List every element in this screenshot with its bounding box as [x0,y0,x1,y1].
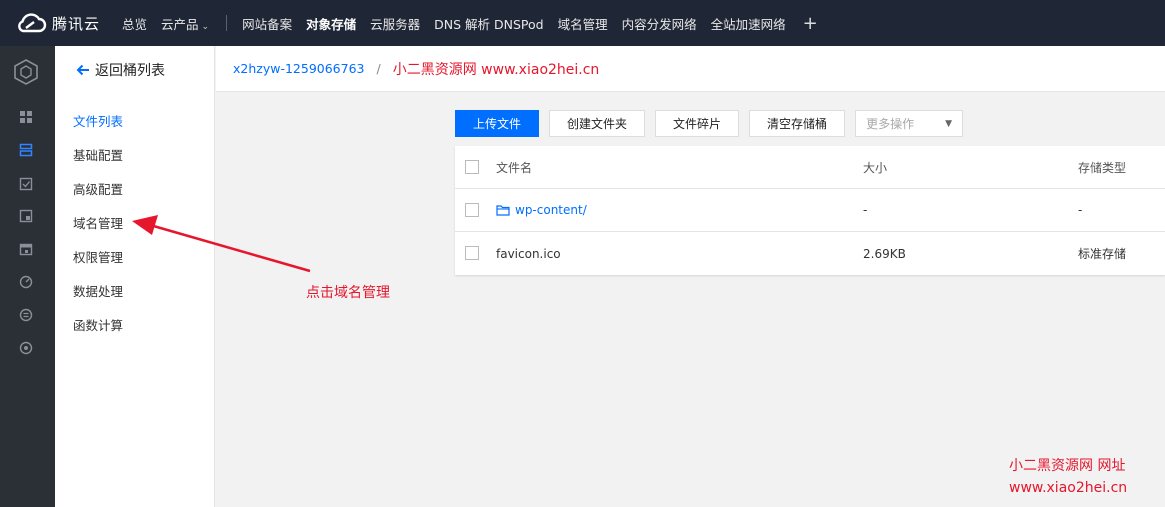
breadcrumb: x2hzyw-1259066763 / 小二黑资源网 www.xiao2hei.… [216,46,1165,92]
file-size-cell: - [863,203,868,217]
sidebar-item-data-processing[interactable]: 数据处理 [73,281,123,300]
more-actions-dropdown[interactable]: 更多操作 ▼ [855,110,964,137]
sidebar-item-basic-config[interactable]: 基础配置 [73,145,123,164]
clear-bucket-button[interactable]: 清空存储桶 [749,110,846,137]
list-icon[interactable] [19,308,33,322]
table-row: wp-content/ - - [455,189,1165,232]
brand-logo[interactable]: 腾讯云 [0,12,115,34]
nav-ecdn[interactable]: 全站加速网络 [704,14,793,33]
annotation-label: 点击域名管理 [306,285,390,301]
nav-dnspod[interactable]: DNS 解析 DNSPod [427,14,550,33]
file-fragments-button[interactable]: 文件碎片 [655,110,740,137]
back-to-bucket-list-button[interactable]: 返回桶列表 [75,60,165,80]
add-shortcut-icon[interactable]: + [803,13,818,34]
file-table: 文件名 大小 存储类型 wp-content/ - - favicon.ico … [455,146,1165,275]
sidebar-item-domain-management[interactable]: 域名管理 [73,213,123,232]
breadcrumb-separator: / [376,61,381,76]
watermark-line-1: 小二黑资源网 网址 [1009,458,1126,474]
nav-divider [226,15,228,31]
calendar-icon[interactable] [19,242,33,256]
brand-name: 腾讯云 [52,14,101,33]
folder-icon [496,205,510,216]
column-header-name: 文件名 [496,160,533,175]
product-hexagon-icon[interactable] [12,58,40,86]
nav-cloud-products-label: 云产品 [161,16,199,32]
sidebar-item-advanced-config[interactable]: 高级配置 [73,179,123,198]
file-name-cell: wp-content/ [496,189,587,231]
top-navbar: 腾讯云 总览 云产品 ⌄ 网站备案 对象存储 云服务器 DNS 解析 DNSPod… [0,0,1165,46]
chevron-down-icon: ⌄ [201,21,210,32]
sidebar-item-function-compute[interactable]: 函数计算 [73,315,123,334]
table-row: favicon.ico 2.69KB 标准存储 [455,232,1165,275]
sidebar-item-permission-management[interactable]: 权限管理 [73,247,123,266]
table-header-row: 文件名 大小 存储类型 [455,146,1165,189]
nav-overview[interactable]: 总览 [115,14,154,33]
folder-link[interactable]: wp-content/ [496,203,587,217]
cloud-logo-icon [18,13,47,33]
storage-class-cell: 标准存储 [1078,247,1127,261]
settings-icon[interactable] [19,341,33,355]
watermark-text: 小二黑资源网 www.xiao2hei.cn [392,61,600,78]
upload-file-button[interactable]: 上传文件 [455,110,540,137]
sidebar-item-file-list[interactable]: 文件列表 [73,111,123,130]
arrow-left-icon [76,64,89,76]
watermark-line-2: www.xiao2hei.cn [1009,480,1128,496]
select-all-checkbox[interactable] [465,160,479,174]
nav-cloud-products[interactable]: 云产品 ⌄ [154,14,216,33]
task-icon[interactable] [19,177,33,191]
dashboard-icon[interactable] [19,110,33,124]
nav-cdn[interactable]: 内容分发网络 [615,14,704,33]
file-name-cell: favicon.ico [496,246,561,261]
column-header-storage-class: 存储类型 [1078,160,1127,175]
file-toolbar: 上传文件 创建文件夹 文件碎片 清空存储桶 更多操作 ▼ [455,110,973,137]
folder-name: wp-content/ [515,203,587,217]
icon-rail [0,46,55,507]
nav-icp-filing[interactable]: 网站备案 [235,14,299,33]
column-header-size: 大小 [863,160,888,175]
monitor-icon[interactable] [19,275,33,289]
caret-down-icon: ▼ [945,118,953,129]
file-size-cell: 2.69KB [863,246,906,261]
create-folder-button[interactable]: 创建文件夹 [549,110,646,137]
storage-class-cell: - [1078,203,1083,217]
nav-cvm[interactable]: 云服务器 [363,14,427,33]
more-actions-label: 更多操作 [866,117,915,131]
back-label: 返回桶列表 [95,63,165,79]
nav-object-storage[interactable]: 对象存储 [299,14,363,33]
watermark-bottom: 小二黑资源网 网址 www.xiao2hei.cn [1009,455,1127,499]
breadcrumb-bucket[interactable]: x2hzyw-1259066763 [233,61,365,76]
nav-domain[interactable]: 域名管理 [551,14,615,33]
report-icon[interactable] [19,209,33,223]
row-checkbox[interactable] [465,246,479,260]
row-checkbox[interactable] [465,203,479,217]
bucket-sidebar: 返回桶列表 文件列表 基础配置 高级配置 域名管理 权限管理 数据处理 函数计算 [55,46,215,507]
storage-icon[interactable] [19,143,33,157]
